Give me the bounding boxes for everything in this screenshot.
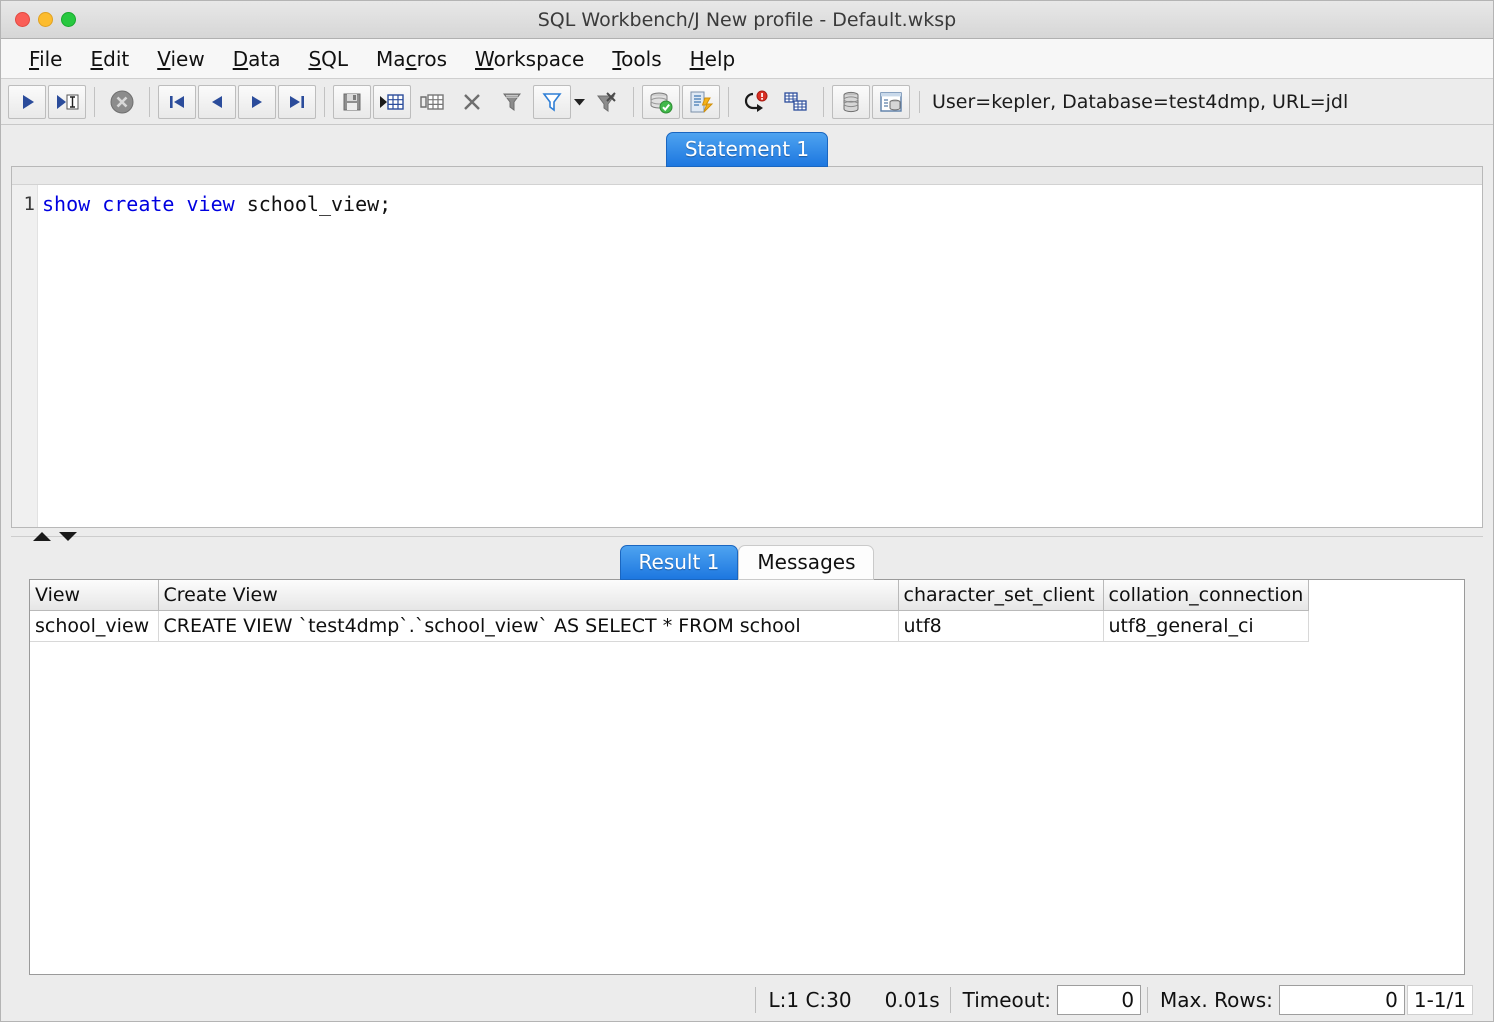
previous-row-icon[interactable] <box>198 84 236 119</box>
rollback-icon[interactable] <box>737 85 775 119</box>
connection-group <box>641 84 721 119</box>
cell-collation-connection[interactable]: utf8_general_ci <box>1103 610 1310 642</box>
splitter-collapse-down-icon[interactable] <box>59 531 77 541</box>
column-header-collation-connection[interactable]: collation_connection <box>1103 580 1310 611</box>
menu-bar: File Edit View Data SQL Macros Workspace… <box>1 39 1493 79</box>
minimize-button[interactable] <box>38 12 53 27</box>
row-range-label: 1-1/1 <box>1406 985 1473 1015</box>
sql-editor-scroll[interactable]: 1 show create view school_view; <box>12 185 1482 527</box>
save-data-icon[interactable] <box>333 84 371 119</box>
result-area: Result 1 Messages View Create View chara… <box>11 544 1483 979</box>
execute-all-icon[interactable] <box>8 84 46 119</box>
menu-data[interactable]: Data <box>219 45 295 73</box>
define-filter-icon[interactable] <box>493 85 531 119</box>
zoom-button[interactable] <box>61 12 76 27</box>
sql-editor-panel: 1 show create view school_view; <box>11 166 1483 528</box>
table-row[interactable]: school_view CREATE VIEW `test4dmp`.`scho… <box>30 610 1310 642</box>
splitter-line <box>11 535 1483 537</box>
toolbar-separator <box>823 86 824 117</box>
tab-messages[interactable]: Messages <box>738 545 875 580</box>
result-tab-strip: Result 1 Messages <box>11 544 1483 580</box>
line-number-gutter: 1 <box>12 185 38 527</box>
splitter-collapse-up-icon[interactable] <box>33 531 51 541</box>
next-row-icon[interactable] <box>238 84 276 119</box>
insert-row-icon[interactable] <box>373 84 411 119</box>
window-title: SQL Workbench/J New profile - Default.wk… <box>537 8 957 31</box>
data-edit-group <box>332 84 626 119</box>
application-window: SQL Workbench/J New profile - Default.wk… <box>0 0 1494 1022</box>
result-grid: View Create View character_set_client co… <box>30 580 1310 642</box>
tab-result-1[interactable]: Result 1 <box>619 545 739 580</box>
execute-script-icon[interactable] <box>682 84 720 119</box>
sql-identifier: school_view; <box>234 192 392 216</box>
cell-create-view[interactable]: CREATE VIEW `test4dmp`.`school_view` AS … <box>158 610 899 642</box>
title-bar: SQL Workbench/J New profile - Default.wk… <box>1 1 1493 39</box>
menu-sql[interactable]: SQL <box>294 45 362 73</box>
database-explorer-icon[interactable] <box>832 84 870 119</box>
max-rows-label: Max. Rows: <box>1147 987 1273 1013</box>
object-details-icon[interactable] <box>872 84 910 119</box>
sql-keywords: show create view <box>42 192 235 216</box>
connection-info-label: User=kepler, Database=test4dmp, URL=jdl <box>919 90 1493 113</box>
menu-help[interactable]: Help <box>676 45 750 73</box>
cell-view[interactable]: school_view <box>30 610 159 642</box>
result-grid-panel[interactable]: View Create View character_set_client co… <box>29 579 1465 975</box>
main-toolbar: User=kepler, Database=test4dmp, URL=jdl <box>1 79 1493 125</box>
execute-current-icon[interactable] <box>48 84 86 119</box>
menu-file[interactable]: File <box>15 45 76 73</box>
toolbar-separator <box>149 86 150 117</box>
status-bar: L:1 C:30 0.01s Timeout: 0 Max. Rows: 0 1… <box>11 979 1483 1021</box>
transaction-group <box>736 85 816 119</box>
first-row-icon[interactable] <box>158 84 196 119</box>
timeout-label: Timeout: <box>949 987 1051 1013</box>
tab-statement-1[interactable]: Statement 1 <box>665 132 829 167</box>
cursor-position-label: L:1 C:30 <box>755 987 863 1013</box>
toolbar-separator <box>633 86 634 117</box>
editor-toolstrip <box>12 167 1482 185</box>
last-row-icon[interactable] <box>278 84 316 119</box>
toolbar-separator <box>94 86 95 117</box>
show-objects-icon[interactable] <box>777 85 815 119</box>
column-header-view[interactable]: View <box>30 580 159 611</box>
cell-character-set-client[interactable]: utf8 <box>898 610 1104 642</box>
menu-workspace[interactable]: Workspace <box>461 45 598 73</box>
apply-filter-icon[interactable] <box>533 84 571 119</box>
workspace-area: Statement 1 1 show create view school_vi… <box>1 125 1493 1021</box>
sql-input[interactable]: show create view school_view; <box>38 185 1482 527</box>
delete-row-icon[interactable] <box>453 85 491 119</box>
navigation-group <box>157 84 317 119</box>
menu-edit[interactable]: Edit <box>76 45 143 73</box>
filter-dropdown-caret-icon[interactable] <box>572 85 586 119</box>
column-header-character-set-client[interactable]: character_set_client <box>898 580 1104 611</box>
window-controls <box>15 12 76 27</box>
timeout-input[interactable]: 0 <box>1057 985 1142 1015</box>
close-button[interactable] <box>15 12 30 27</box>
toolbar-separator <box>324 86 325 117</box>
menu-view[interactable]: View <box>143 45 218 73</box>
execution-group <box>7 84 87 119</box>
stop-icon[interactable] <box>103 85 141 119</box>
toolbar-separator <box>728 86 729 117</box>
cancel-group <box>102 85 142 119</box>
explorer-group <box>831 84 911 119</box>
max-rows-input[interactable]: 0 <box>1278 985 1405 1015</box>
execution-time-label: 0.01s <box>884 988 940 1012</box>
menu-macros[interactable]: Macros <box>362 45 461 73</box>
editor-tab-strip: Statement 1 <box>11 132 1483 167</box>
connect-icon[interactable] <box>642 84 680 119</box>
table-header-row: View Create View character_set_client co… <box>30 580 1310 611</box>
copy-row-icon[interactable] <box>413 85 451 119</box>
panel-splitter[interactable] <box>11 528 1483 544</box>
menu-tools[interactable]: Tools <box>598 45 675 73</box>
clear-filter-icon[interactable] <box>587 85 625 119</box>
column-header-create-view[interactable]: Create View <box>158 580 899 611</box>
